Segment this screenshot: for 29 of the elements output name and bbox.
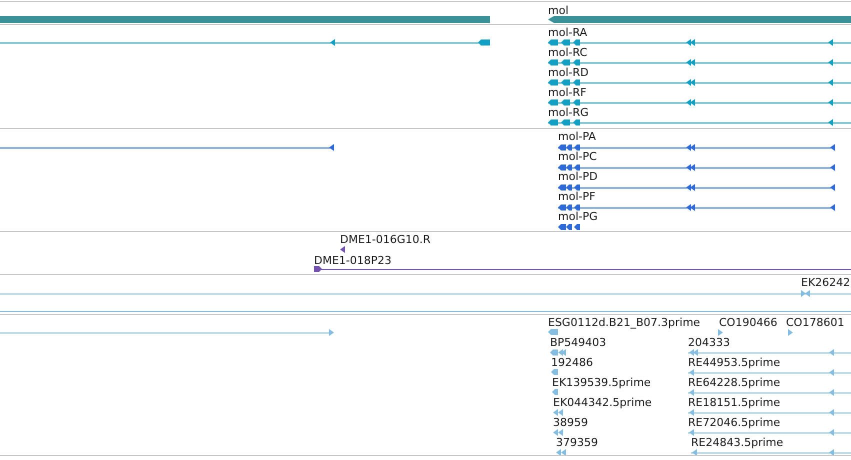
feature-label: RE24843.5prime	[691, 436, 784, 449]
feature-label: mol-PA	[558, 130, 596, 143]
feature-label: ESG0112d.B21_B07.3prime	[548, 316, 700, 329]
feature-label: mol-RF	[548, 86, 586, 99]
feature-label: mol-RC	[548, 46, 588, 59]
feature-label: 38959	[553, 416, 588, 429]
feature-label: mol-PD	[558, 170, 598, 183]
feature-label: mol-PG	[558, 210, 598, 223]
feature-label: RE18151.5prime	[688, 396, 780, 409]
feature-label: RE44953.5prime	[688, 356, 780, 369]
feature-label: mol-PC	[558, 150, 597, 163]
feature-label: RE64228.5prime	[688, 376, 780, 389]
feature-label: mol	[548, 4, 569, 17]
feature-label: CO178601	[786, 316, 844, 329]
feature-label: BP549403	[550, 336, 606, 349]
feature-label: DME1-016G10.R	[340, 233, 431, 246]
feature-label: RE72046.5prime	[688, 416, 780, 429]
feature-label: 192486	[551, 356, 593, 369]
feature-label: mol-RD	[548, 66, 589, 79]
feature-label: CO190466	[719, 316, 778, 329]
feature-label: mol-RG	[548, 106, 589, 119]
feature-label: 379359	[556, 436, 598, 449]
feature-label: mol-RA	[548, 26, 588, 39]
feature-label: EK26242	[801, 276, 850, 289]
feature-label: EK139539.5prime	[552, 376, 651, 389]
feature-label: 204333	[688, 336, 730, 349]
feature-label: mol-PF	[558, 190, 596, 203]
feature-label: DME1-018P23	[314, 254, 392, 267]
feature-label: EK044342.5prime	[553, 396, 652, 409]
